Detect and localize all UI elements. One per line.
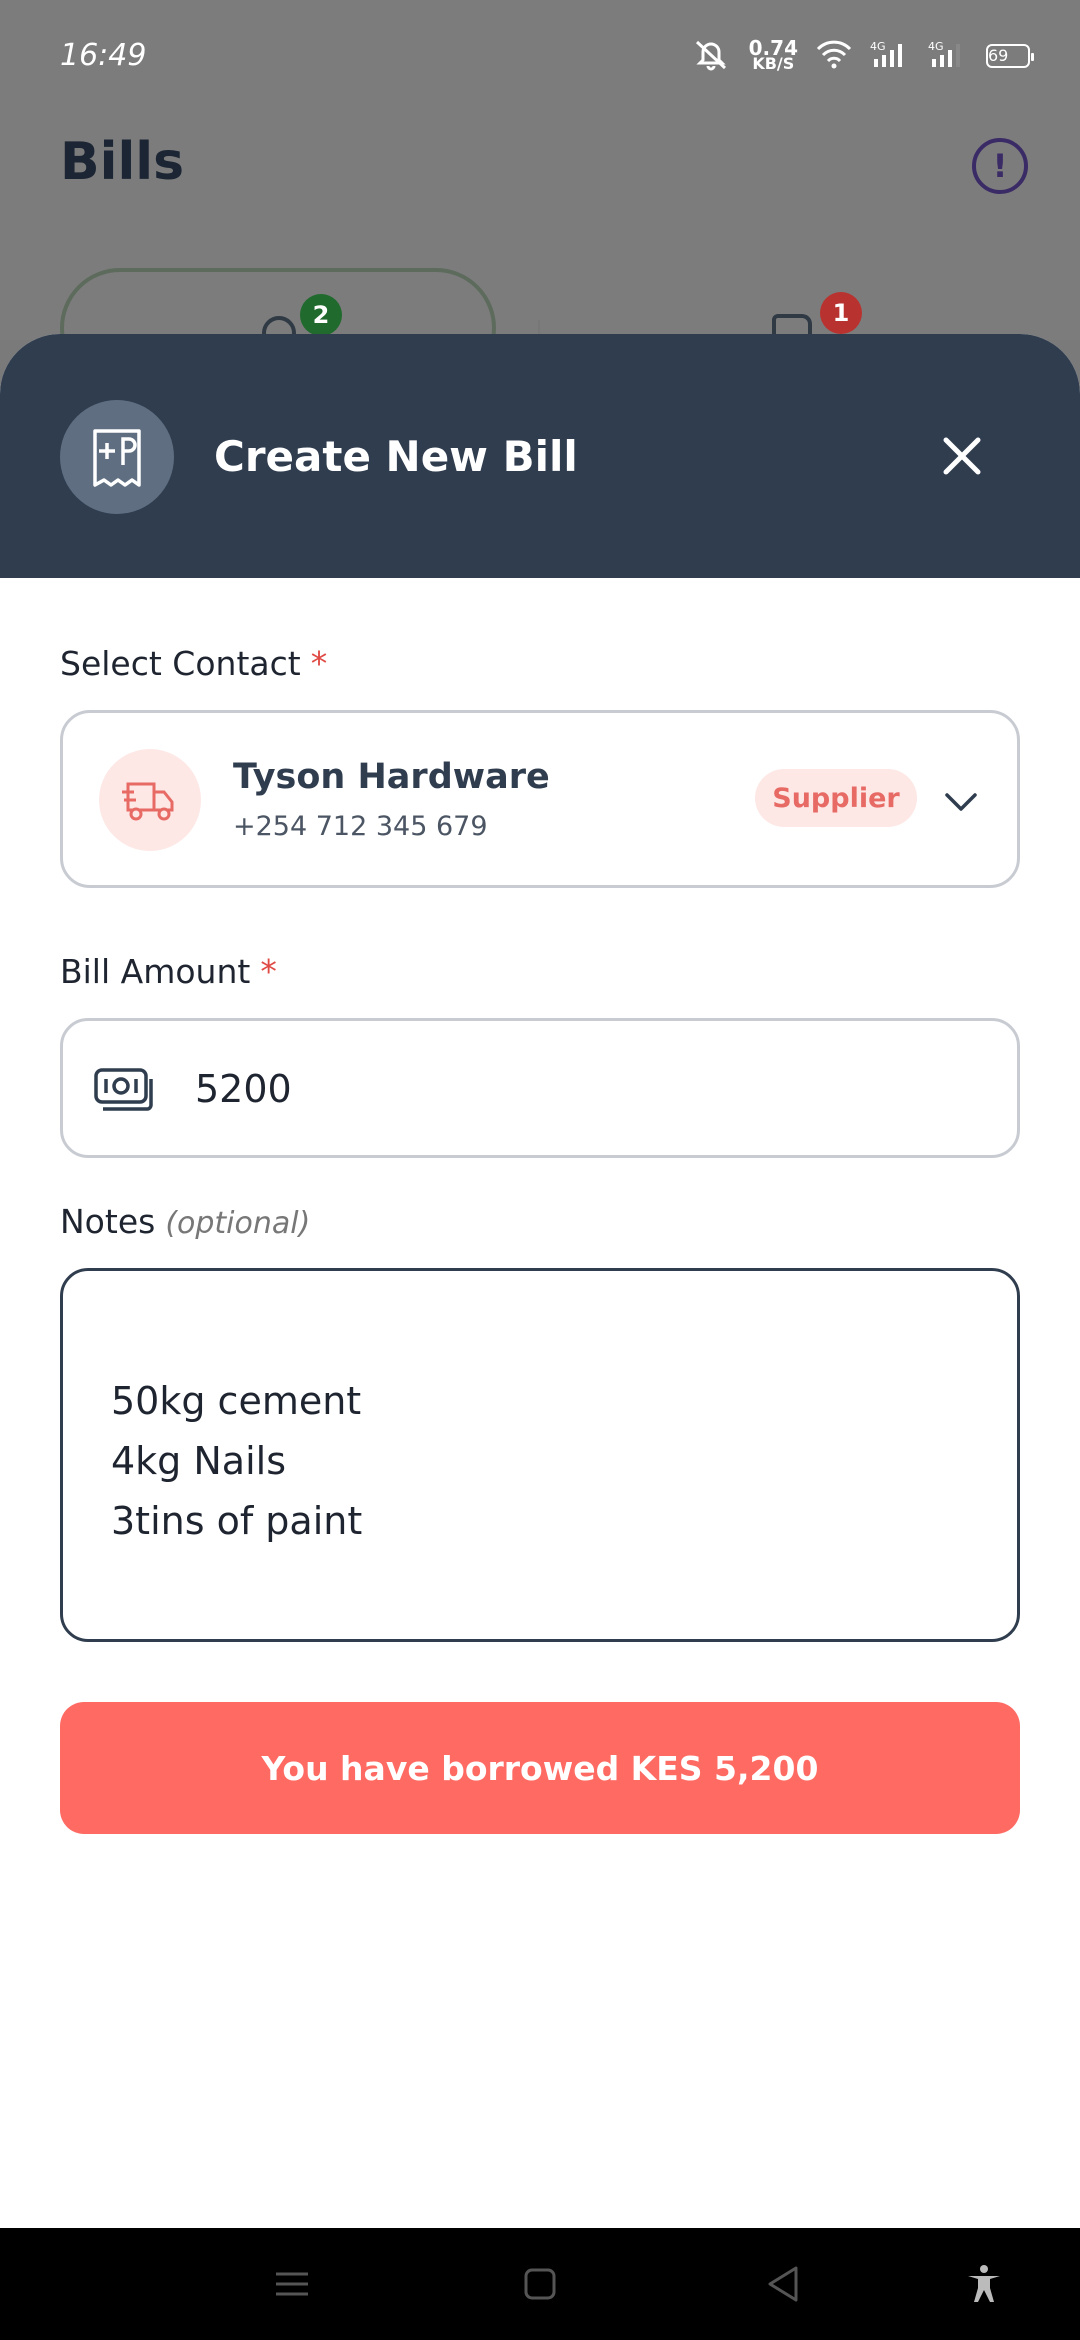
home-icon[interactable] [518,2262,562,2306]
svg-text:4G: 4G [928,40,944,53]
notes-textarea[interactable]: 50kg cement 4kg Nails 3tins of paint [60,1268,1020,1642]
wifi-icon [816,39,852,73]
sheet-header: Create New Bill [0,334,1080,578]
background-screen: 16:49 0.74 KB/S 4G 4G 69 Bills ! 2 1 [0,0,1080,388]
create-bill-sheet: Create New Bill Select Contact * Tyson Ha… [0,334,1080,2228]
chevron-down-icon[interactable] [941,781,981,821]
contact-name: Tyson Hardware [233,757,550,797]
optional-hint: (optional) [165,1206,311,1241]
submit-bill-button[interactable]: You have borrowed KES 5,200 [60,1702,1020,1834]
close-button[interactable] [934,428,990,484]
svg-text:4G: 4G [870,40,886,53]
status-time: 16:49 [60,38,147,73]
status-bar: 16:49 0.74 KB/S 4G 4G 69 [0,0,1080,110]
notes-line: 3tins of paint [111,1499,363,1543]
net-speed: 0.74 KB/S [748,36,798,73]
sheet-title: Create New Bill [214,432,578,481]
mute-icon [691,36,731,76]
info-icon[interactable]: ! [972,138,1028,194]
notes-label: Notes (optional) [60,1202,311,1241]
page-title: Bills [60,132,185,192]
cash-icon [93,1067,153,1119]
notes-line: 50kg cement [111,1379,362,1423]
accessibility-icon[interactable] [962,2262,1006,2306]
receipt-add-icon [60,400,174,514]
close-icon [943,437,981,475]
status-icons: 0.74 KB/S 4G 4G 69 [691,36,1034,76]
signal-4g-icon: 4G [870,39,910,73]
count-badge-suppliers: 1 [820,292,862,334]
truck-icon [99,749,201,851]
required-mark: * [310,644,328,683]
signal-4g-icon-2: 4G [928,39,968,73]
notes-line: 4kg Nails [111,1439,287,1483]
required-mark: * [260,952,277,991]
system-nav-bar [0,2228,1080,2340]
amount-input[interactable] [195,1067,975,1111]
contact-type-badge: Supplier [755,769,917,827]
amount-input-field[interactable] [60,1018,1020,1158]
contact-label: Select Contact * [60,644,328,683]
back-icon[interactable] [762,2262,806,2306]
battery-icon: 69 [986,44,1034,68]
contact-select[interactable]: Tyson Hardware +254 712 345 679 Supplier [60,710,1020,888]
count-badge-customers: 2 [300,294,342,336]
amount-label: Bill Amount * [60,952,277,991]
menu-icon[interactable] [270,2262,314,2306]
contact-phone: +254 712 345 679 [233,811,488,842]
